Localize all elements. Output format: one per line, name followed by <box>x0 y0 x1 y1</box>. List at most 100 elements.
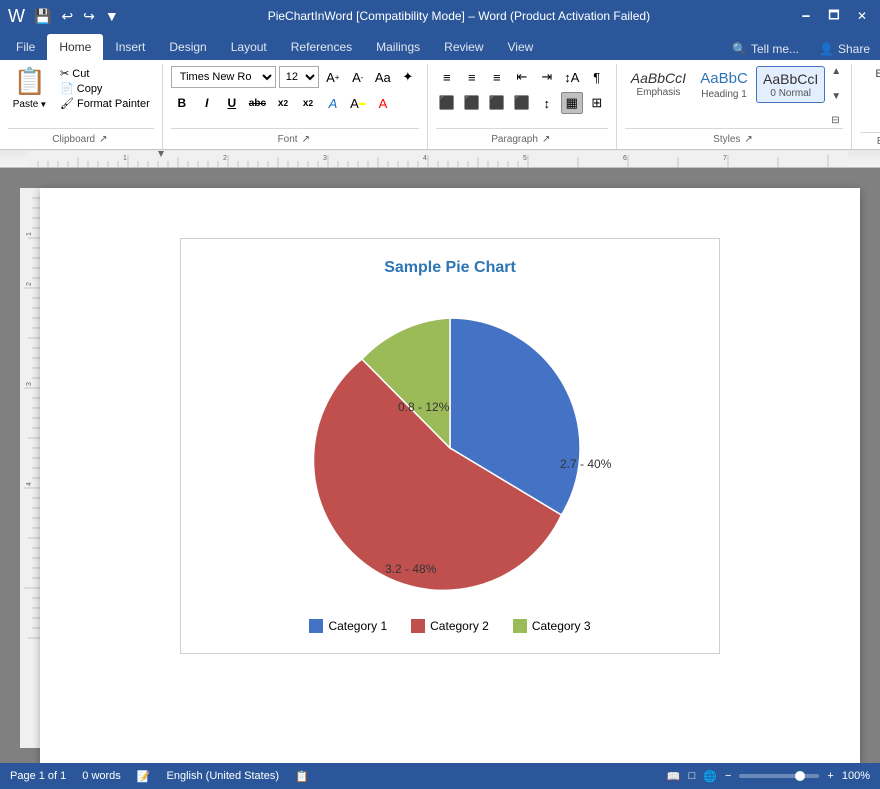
maximize-btn[interactable]: 🗖 <box>824 6 844 26</box>
cut-button[interactable]: ✂ Cut <box>56 66 154 81</box>
justify-btn[interactable]: ⬛ <box>511 92 533 114</box>
font-size-select[interactable]: 12 <box>279 66 319 88</box>
change-case-btn[interactable]: Aa <box>372 66 394 88</box>
strikethrough-btn[interactable]: abc <box>246 92 269 114</box>
bullet-list-btn[interactable]: ≡ <box>436 66 458 88</box>
title-bar: W 💾 ↩ ↪ ▼ PieChartInWord [Compatibility … <box>0 0 880 32</box>
legend-color-cat1 <box>309 619 323 633</box>
tab-references[interactable]: References <box>279 34 364 60</box>
quick-access-more-btn[interactable]: ▼ <box>102 6 122 26</box>
shading-btn[interactable]: ▦ <box>561 92 583 114</box>
tab-layout[interactable]: Layout <box>219 34 279 60</box>
zoom-level: 100% <box>842 770 870 782</box>
font-expand-btn[interactable]: ↗ <box>300 132 312 147</box>
paragraph-label: Paragraph ↗ <box>436 128 608 149</box>
legend-label-cat2: Category 2 <box>430 619 489 633</box>
tab-design[interactable]: Design <box>157 34 218 60</box>
proofing-icon[interactable]: 📝 <box>137 770 151 783</box>
view-web-btn[interactable]: 🌐 <box>703 770 717 783</box>
tab-mailings[interactable]: Mailings <box>364 34 432 60</box>
paste-button[interactable]: 📋 Paste▼ <box>8 66 52 110</box>
editing-label: Editing <box>860 132 880 149</box>
share-btn[interactable]: 👤 Share <box>809 38 880 60</box>
minimize-btn[interactable]: 🗕 <box>796 6 816 26</box>
tab-review[interactable]: Review <box>432 34 495 60</box>
quick-access-toolbar: 💾 ↩ ↪ ▼ <box>31 6 122 27</box>
superscript-btn[interactable]: x2 <box>297 92 319 114</box>
increase-indent-btn[interactable]: ⇥ <box>536 66 558 88</box>
bold-btn[interactable]: B <box>171 92 193 114</box>
zoom-in-btn[interactable]: + <box>827 770 833 782</box>
font-label: Font ↗ <box>171 128 419 149</box>
styles-scroll-down[interactable]: ▼ <box>831 91 841 102</box>
text-effects-btn[interactable]: A <box>322 92 344 114</box>
copy-button[interactable]: 📄 Copy <box>56 81 154 96</box>
decrease-font-btn[interactable]: A- <box>347 66 369 88</box>
styles-content: AaBbCcI Emphasis AaBbC Heading 1 AaBbCcI… <box>625 64 843 128</box>
numbered-list-btn[interactable]: ≡ <box>461 66 483 88</box>
style-emphasis[interactable]: AaBbCcI Emphasis <box>625 66 692 103</box>
styles-scroll-up[interactable]: ▲ <box>831 66 841 77</box>
zoom-out-btn[interactable]: − <box>725 770 731 782</box>
zoom-slider[interactable] <box>739 774 819 778</box>
align-center-btn[interactable]: ⬛ <box>461 92 483 114</box>
sort-btn[interactable]: ↕A <box>561 66 583 88</box>
styles-expand-btn[interactable]: ↗ <box>742 132 754 147</box>
style-normal[interactable]: AaBbCcI 0 Normal <box>756 66 825 103</box>
italic-btn[interactable]: I <box>196 92 218 114</box>
label-cat3: 0.8 - 12% <box>398 400 450 414</box>
document-area: 1 2 3 4 Sample Pie Chart <box>0 168 880 763</box>
styles-more-btn[interactable]: ⊟ <box>831 115 841 126</box>
clipboard-small-btns: ✂ Cut 📄 Copy 🖌 Format Painter <box>56 66 154 111</box>
tab-insert[interactable]: Insert <box>103 34 157 60</box>
svg-text:2: 2 <box>223 155 227 162</box>
svg-text:5: 5 <box>523 155 527 162</box>
vertical-ruler-svg: 1 2 3 4 <box>20 188 40 748</box>
tab-file[interactable]: File <box>4 34 47 60</box>
subscript-btn[interactable]: x2 <box>272 92 294 114</box>
redo-btn[interactable]: ↪ <box>80 6 98 27</box>
close-btn[interactable]: ✕ <box>852 6 872 26</box>
font-color-btn[interactable]: A <box>372 92 394 114</box>
multilevel-list-btn[interactable]: ≡ <box>486 66 508 88</box>
para-row-1: ≡ ≡ ≡ ⇤ ⇥ ↕A ¶ <box>436 66 608 88</box>
chart-container[interactable]: Sample Pie Chart <box>180 238 720 654</box>
undo-btn[interactable]: ↩ <box>58 6 76 27</box>
editing-content: Editing <box>871 64 880 132</box>
borders-btn[interactable]: ⊞ <box>586 92 608 114</box>
styles-scroll: ▲ ▼ ⊟ <box>829 66 843 126</box>
font-row-1: Times New Ro 12 A+ A- Aa ✦ <box>171 66 419 88</box>
clipboard-content: 📋 Paste▼ ✂ Cut 📄 Copy 🖌 Format Painter <box>8 64 154 128</box>
align-left-btn[interactable]: ⬛ <box>436 92 458 114</box>
decrease-indent-btn[interactable]: ⇤ <box>511 66 533 88</box>
paragraph-expand-btn[interactable]: ↗ <box>540 132 552 147</box>
chart-legend: Category 1 Category 2 Category 3 <box>309 619 590 633</box>
styles-label: Styles ↗ <box>625 128 843 149</box>
font-name-select[interactable]: Times New Ro <box>171 66 276 88</box>
clipboard-expand-btn[interactable]: ↗ <box>97 132 109 147</box>
styles-group: AaBbCcI Emphasis AaBbC Heading 1 AaBbCcI… <box>617 64 852 149</box>
view-read-btn[interactable]: 📖 <box>667 770 681 783</box>
align-right-btn[interactable]: ⬛ <box>486 92 508 114</box>
increase-font-btn[interactable]: A+ <box>322 66 344 88</box>
legend-cat1: Category 1 <box>309 619 387 633</box>
clipboard-label: Clipboard ↗ <box>8 128 154 149</box>
text-highlight-btn[interactable]: A▬ <box>347 92 369 114</box>
share-label: Share <box>838 42 870 56</box>
show-marks-btn[interactable]: ¶ <box>586 66 608 88</box>
line-spacing-btn[interactable]: ↕ <box>536 92 558 114</box>
format-painter-button[interactable]: 🖌 Format Painter <box>56 96 154 111</box>
tab-home[interactable]: Home <box>47 34 103 60</box>
paragraph-group: ≡ ≡ ≡ ⇤ ⇥ ↕A ¶ ⬛ ⬛ ⬛ ⬛ ↕ ▦ ⊞ Paragraph ↗ <box>428 64 617 149</box>
style-heading1[interactable]: AaBbC Heading 1 <box>694 66 754 103</box>
save-btn[interactable]: 💾 <box>31 6 54 27</box>
track-changes-icon[interactable]: 📋 <box>295 770 309 783</box>
tab-view[interactable]: View <box>496 34 546 60</box>
clear-formatting-btn[interactable]: ✦ <box>397 66 419 88</box>
clipboard-group: 📋 Paste▼ ✂ Cut 📄 Copy 🖌 Format Painter C… <box>0 64 163 149</box>
underline-btn[interactable]: U <box>221 92 243 114</box>
person-icon: 👤 <box>819 42 834 56</box>
view-print-btn[interactable]: □ <box>689 770 696 782</box>
tell-me-input[interactable]: 🔍 Tell me... <box>722 38 809 60</box>
heading1-preview: AaBbC <box>700 69 748 89</box>
